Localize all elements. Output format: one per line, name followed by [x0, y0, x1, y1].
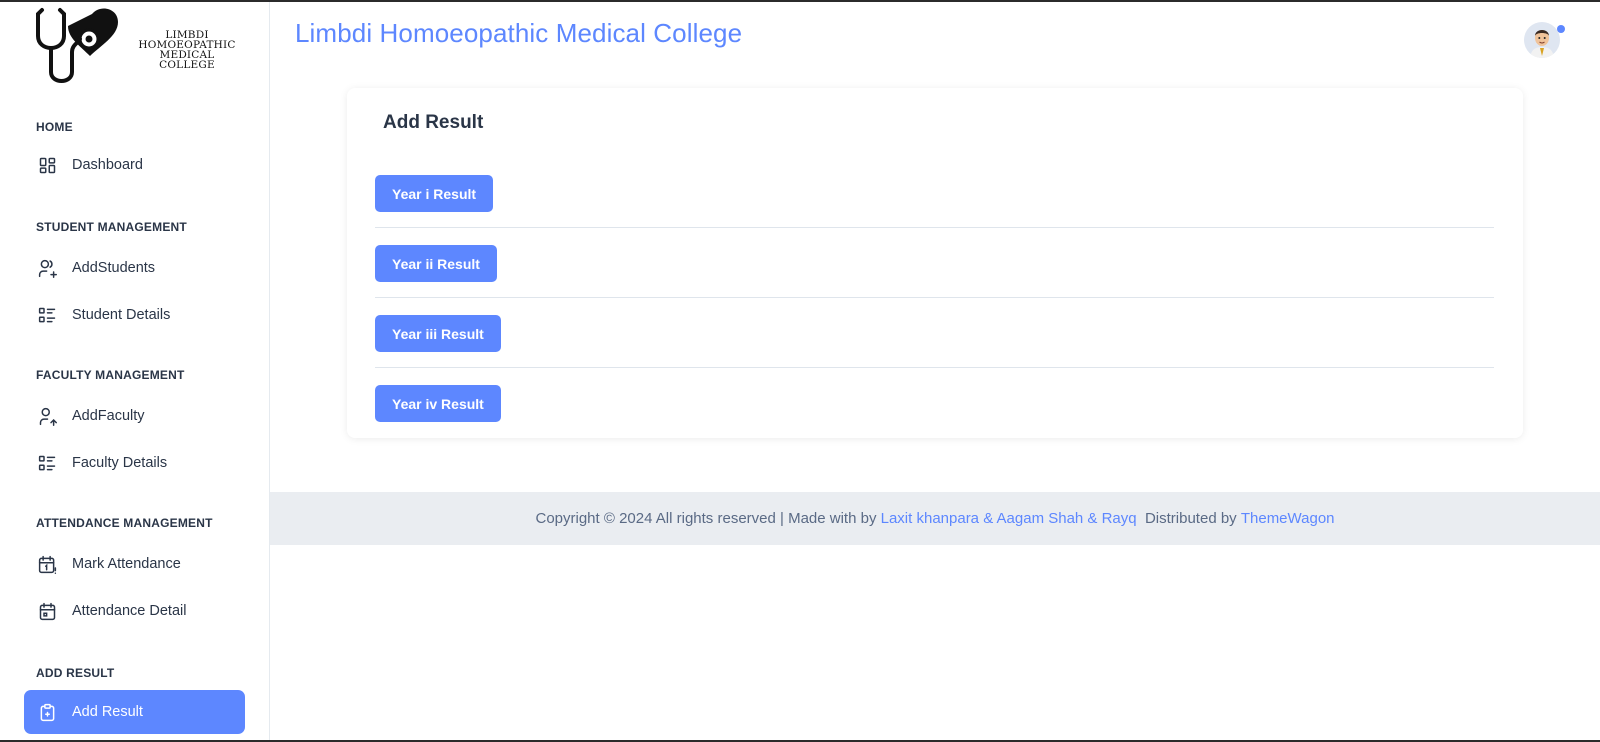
footer-distributed-label: Distributed by — [1136, 510, 1241, 527]
sidebar-item-faculty-details[interactable]: Faculty Details — [24, 441, 245, 485]
calendar-exclamation-icon — [36, 553, 58, 575]
user-plus-icon — [36, 257, 58, 279]
avatar-icon — [1524, 22, 1560, 58]
college-logo[interactable]: LIMBDI HOMOEOPATHIC MEDICAL COLLEGE — [34, 4, 244, 84]
footer-themewagon-link[interactable]: ThemeWagon — [1241, 510, 1335, 527]
nav-section-faculty-management: FACULTY MANAGEMENT — [36, 368, 185, 382]
user-avatar[interactable] — [1524, 22, 1560, 58]
add-result-card: Add Result Year i Result Year ii Result … — [347, 88, 1523, 438]
sidebar-item-label: AddStudents — [72, 260, 156, 276]
sidebar-item-add-result[interactable]: Add Result — [24, 690, 245, 734]
year-ii-result-button[interactable]: Year ii Result — [375, 245, 497, 282]
sidebar-item-label: Add Result — [72, 704, 143, 720]
list-details-icon — [36, 304, 58, 326]
clipboard-plus-icon — [36, 701, 58, 723]
sidebar-item-label: Attendance Detail — [72, 603, 187, 619]
year-iii-result-button[interactable]: Year iii Result — [375, 315, 501, 352]
logo-line: MEDICAL COLLEGE — [159, 49, 215, 71]
divider — [375, 297, 1494, 298]
sidebar-item-label: AddFaculty — [72, 408, 145, 424]
sidebar-item-addfaculty[interactable]: AddFaculty — [24, 394, 245, 438]
stethoscope-heart-icon — [36, 8, 118, 83]
footer: Copyright © 2024 All rights reserved | M… — [270, 492, 1600, 545]
list-details-icon — [36, 452, 58, 474]
sidebar-item-label: Mark Attendance — [72, 556, 181, 572]
sidebar-item-label: Dashboard — [72, 157, 143, 173]
logo-text: LIMBDI HOMOEOPATHIC MEDICAL COLLEGE — [130, 30, 244, 71]
footer-copyright: Copyright © 2024 All rights reserved | M… — [535, 510, 881, 527]
sidebar: LIMBDI HOMOEOPATHIC MEDICAL COLLEGE HOME… — [0, 2, 270, 740]
sidebar-item-label: Student Details — [72, 307, 171, 323]
sidebar-item-student-details[interactable]: Student Details — [24, 293, 245, 337]
nav-section-home: HOME — [36, 120, 73, 134]
card-title: Add Result — [383, 112, 484, 133]
user-up-icon — [36, 405, 58, 427]
footer-authors-link[interactable]: Laxit khanpara & Aagam Shah & Rayq — [881, 510, 1137, 527]
sidebar-item-label: Faculty Details — [72, 455, 168, 471]
dashboard-icon — [36, 154, 58, 176]
nav-section-add-result: ADD RESULT — [36, 666, 115, 680]
sidebar-item-mark-attendance[interactable]: Mark Attendance — [24, 542, 245, 586]
calendar-icon — [36, 600, 58, 622]
year-i-result-button[interactable]: Year i Result — [375, 175, 494, 212]
sidebar-item-dashboard[interactable]: Dashboard — [24, 143, 245, 187]
sidebar-item-addstudents[interactable]: AddStudents — [24, 246, 245, 290]
divider — [375, 227, 1494, 228]
notification-dot — [1557, 25, 1565, 33]
divider — [375, 367, 1494, 368]
nav-section-attendance-management: ATTENDANCE MANAGEMENT — [36, 516, 213, 530]
sidebar-item-attendance-detail[interactable]: Attendance Detail — [24, 589, 245, 633]
page-title: Limbdi Homoeopathic Medical College — [295, 18, 743, 48]
nav-section-student-management: STUDENT MANAGEMENT — [36, 220, 187, 234]
year-iv-result-button[interactable]: Year iv Result — [375, 385, 501, 422]
